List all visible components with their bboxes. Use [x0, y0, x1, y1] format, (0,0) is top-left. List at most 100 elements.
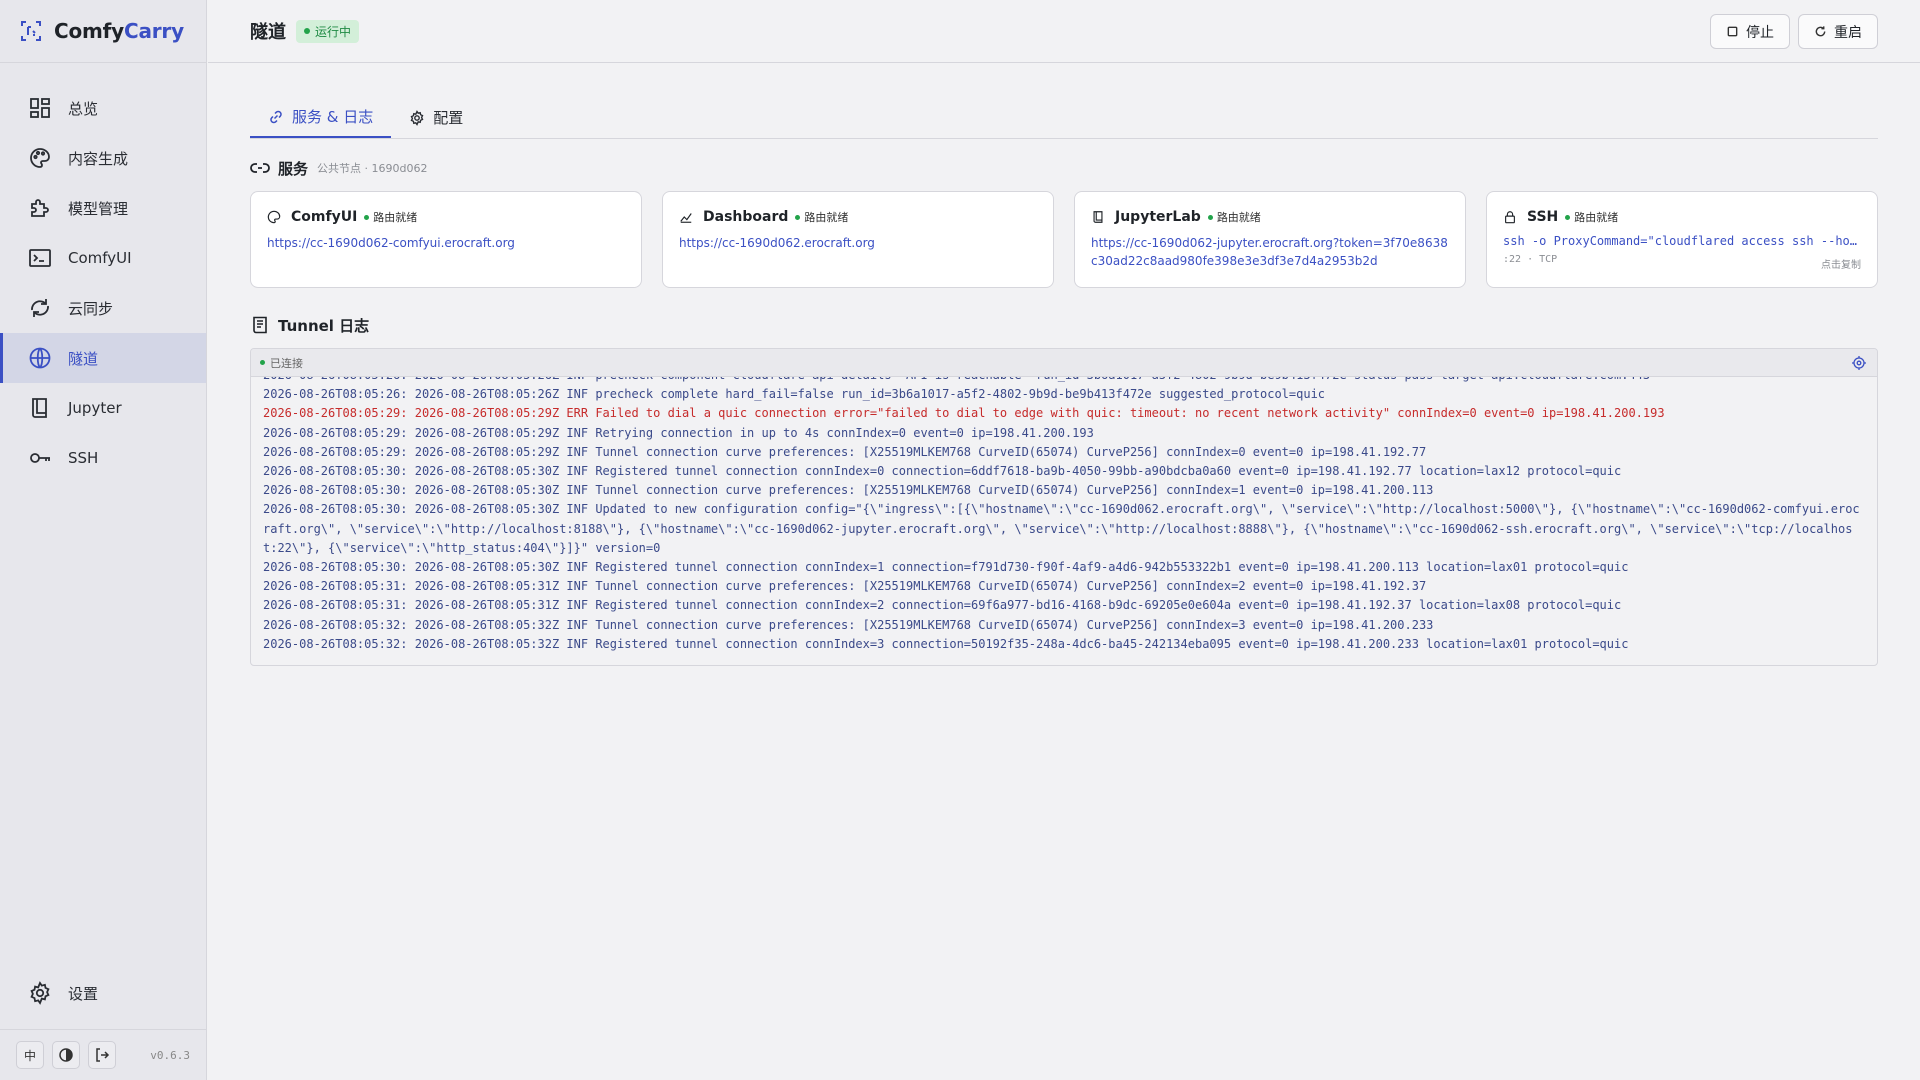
- dashboard-grid-icon: [30, 98, 50, 118]
- card-status: 路由就绪: [795, 209, 848, 225]
- log-line: 2026-08-26T08:05:32: 2026-08-26T08:05:32…: [263, 636, 1629, 651]
- services-title: 服务: [278, 159, 309, 178]
- brand[interactable]: ComfyCarry: [0, 0, 206, 63]
- page-title: 隧道: [250, 22, 286, 43]
- status-badge: 运行中: [296, 19, 360, 43]
- log-lines: 2026-08-26T08:05:26: 2026-08-26T08:05:26…: [263, 366, 1865, 654]
- log-line: 2026-08-26T08:05:30: 2026-08-26T08:05:30…: [263, 464, 1622, 479]
- sidebar-item-label: 模型管理: [68, 199, 129, 218]
- puzzle-icon: [31, 199, 49, 217]
- notebook-icon: [1093, 211, 1103, 223]
- connection-status: 已连接: [270, 356, 303, 370]
- palette-icon: [267, 210, 281, 224]
- log-line: 2026-08-26T08:05:30: 2026-08-26T08:05:30…: [263, 483, 1434, 498]
- sidebar-item-ssh[interactable]: SSH: [0, 433, 206, 483]
- ssh-port-meta: :22 · TCP: [1503, 254, 1558, 265]
- header-actions: 停止 重启: [1702, 14, 1878, 49]
- language-toggle-button[interactable]: 中: [16, 1041, 44, 1069]
- status-dot: [1565, 214, 1571, 220]
- card-status-label: 路由就绪: [804, 211, 849, 224]
- service-link-jupyterlab[interactable]: https://cc-1690d062-jupyter.erocraft.org…: [1091, 234, 1449, 270]
- autoscroll-target-icon[interactable]: [1851, 355, 1867, 371]
- status-badge-label: 运行中: [315, 24, 352, 39]
- receipt-icon: [253, 316, 267, 334]
- chart-icon: [680, 213, 692, 223]
- stop-button[interactable]: 停止: [1710, 14, 1790, 49]
- service-link-dashboard[interactable]: https://cc-1690d062.erocraft.org: [679, 234, 1037, 252]
- page-header: 隧道 运行中 停止 重启: [208, 0, 1920, 63]
- service-card-jupyterlab: JupyterLab 路由就绪 https://cc-1690d062-jupy…: [1074, 191, 1466, 288]
- connection-dot: [260, 360, 265, 365]
- service-link-comfyui[interactable]: https://cc-1690d062-comfyui.erocraft.org: [267, 234, 625, 252]
- card-status-label: 路由就绪: [1216, 211, 1261, 224]
- link-icon: [250, 163, 270, 173]
- stop-button-label: 停止: [1746, 24, 1774, 41]
- palette-icon: [30, 148, 50, 168]
- sidebar-item-label: 内容生成: [68, 149, 129, 168]
- log-line: 2026-08-26T08:05:26: 2026-08-26T08:05:26…: [263, 387, 1326, 402]
- brand-name-part1: Comfy: [54, 19, 124, 43]
- tab-services-logs[interactable]: 服务 & 日志: [250, 97, 392, 138]
- card-status: 路由就绪: [1207, 209, 1261, 225]
- logout-icon: [96, 1048, 110, 1062]
- log-line: 2026-08-26T08:05:29: 2026-08-26T08:05:29…: [263, 444, 1427, 459]
- sidebar-item-tunnel[interactable]: 隧道: [0, 333, 206, 383]
- tab-config[interactable]: 配置: [391, 97, 481, 138]
- sidebar-nav: 总览 内容生成 模型管理 ComfyUI 云同步 隧道 Jupyter SSH: [0, 63, 206, 483]
- logs-section-header: Tunnel 日志: [250, 314, 1878, 336]
- sidebar-item-cloud-sync[interactable]: 云同步: [0, 283, 206, 333]
- link-icon: [270, 110, 282, 123]
- card-header: JupyterLab 路由就绪: [1091, 208, 1449, 226]
- sidebar-item-settings[interactable]: 设置: [0, 968, 206, 1018]
- cloud-sync-icon: [31, 299, 49, 317]
- notebook-icon: [32, 398, 47, 418]
- logs-title: Tunnel 日志: [278, 316, 370, 335]
- log-line: 2026-08-26T08:05:30: 2026-08-26T08:05:30…: [263, 502, 1860, 555]
- restart-button[interactable]: 重启: [1798, 14, 1878, 49]
- copy-hint[interactable]: 点击复制: [1821, 256, 1861, 271]
- brand-name-part2: Carry: [124, 19, 184, 43]
- sidebar-item-label: ComfyUI: [68, 249, 132, 267]
- service-cards: ComfyUI 路由就绪 https://cc-1690d062-comfyui…: [250, 191, 1878, 288]
- logo-icon: [21, 21, 41, 41]
- card-name: Dashboard: [703, 209, 789, 225]
- service-card-dashboard: Dashboard 路由就绪 https://cc-1690d062.erocr…: [662, 191, 1054, 288]
- log-body: 2026-08-26T08:05:26: 2026-08-26T08:05:26…: [251, 368, 1877, 665]
- log-viewer[interactable]: 已连接 2026-08-26T08:05:26: 2026-08-26T08:0…: [250, 348, 1878, 666]
- sidebar: ComfyCarry 总览 内容生成 模型管理 ComfyUI 云同步 隧道 J…: [0, 0, 207, 1080]
- theme-toggle-button[interactable]: [52, 1041, 80, 1069]
- sidebar-item-model-management[interactable]: 模型管理: [0, 183, 206, 233]
- log-line: 2026-08-26T08:05:31: 2026-08-26T08:05:31…: [263, 598, 1622, 613]
- sidebar-item-overview[interactable]: 总览: [0, 83, 206, 133]
- sidebar-item-comfyui[interactable]: ComfyUI: [0, 233, 206, 283]
- restart-button-label: 重启: [1834, 24, 1862, 41]
- status-dot: [364, 214, 370, 220]
- card-status: 路由就绪: [364, 209, 417, 225]
- tab-label: 服务 & 日志: [292, 108, 374, 126]
- service-card-comfyui: ComfyUI 路由就绪 https://cc-1690d062-comfyui…: [250, 191, 642, 288]
- tab-label: 配置: [433, 109, 464, 127]
- card-status: 路由就绪: [1565, 209, 1618, 225]
- services-subtitle: 公共节点 · 1690d062: [317, 162, 428, 175]
- main-content: 服务 & 日志 配置 服务 公共节点 · 1690d062 ComfyUI 路由…: [250, 96, 1878, 666]
- stop-icon: [1727, 26, 1738, 37]
- log-status-bar: 已连接: [251, 349, 1877, 377]
- gear-icon: [30, 981, 50, 1005]
- logout-button[interactable]: [88, 1041, 116, 1069]
- gear-icon: [410, 109, 424, 126]
- tab-bar: 服务 & 日志 配置: [250, 96, 1878, 139]
- sidebar-item-label: 总览: [68, 99, 99, 118]
- terminal-icon: [29, 249, 51, 267]
- sidebar-item-jupyter[interactable]: Jupyter: [0, 383, 206, 433]
- card-name: SSH: [1527, 209, 1559, 225]
- sidebar-item-label: 设置: [68, 984, 99, 1003]
- ssh-command[interactable]: ssh -o ProxyCommand="cloudflared access …: [1503, 234, 1861, 248]
- sidebar-item-label: SSH: [68, 449, 99, 467]
- sidebar-item-label: 云同步: [68, 299, 114, 318]
- sidebar-item-label: Jupyter: [68, 399, 122, 417]
- status-dot: [1207, 214, 1213, 220]
- service-card-ssh: SSH 路由就绪 ssh -o ProxyCommand="cloudflare…: [1486, 191, 1878, 288]
- sidebar-item-content-generation[interactable]: 内容生成: [0, 133, 206, 183]
- card-status-label: 路由就绪: [373, 211, 418, 224]
- log-line: 2026-08-26T08:05:32: 2026-08-26T08:05:32…: [263, 617, 1434, 632]
